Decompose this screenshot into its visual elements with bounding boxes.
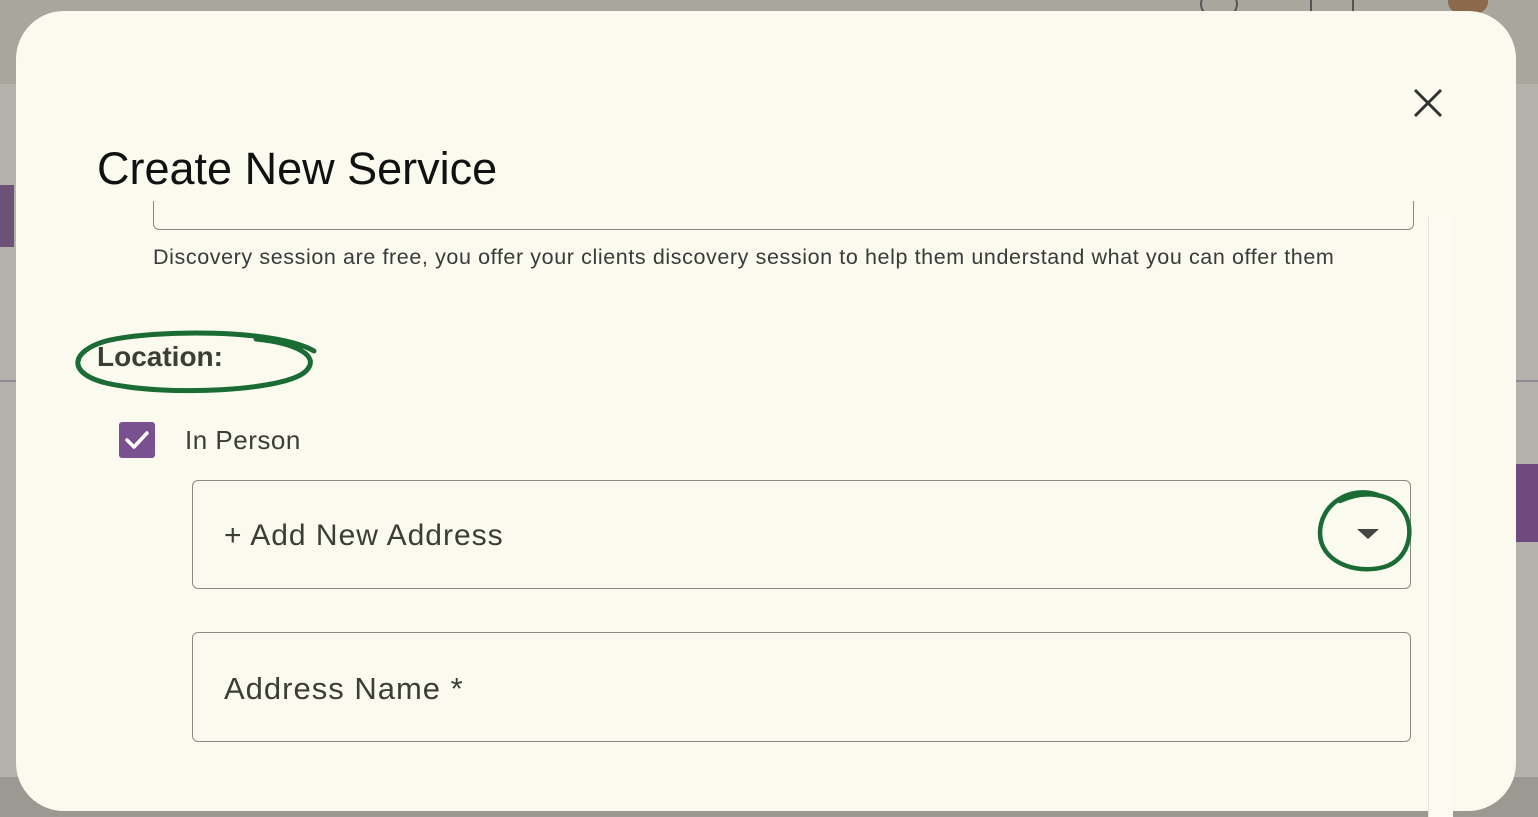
address-name-placeholder: Address Name * <box>224 671 464 706</box>
in-person-checkbox[interactable] <box>119 422 155 458</box>
create-service-modal: Create New Service Discovery session are… <box>16 11 1516 817</box>
modal-title: Create New Service <box>97 143 498 194</box>
location-label: Location: <box>97 341 223 372</box>
address-name-field[interactable]: Address Name * <box>192 632 1411 742</box>
check-icon <box>125 431 149 449</box>
close-button[interactable] <box>1404 79 1452 127</box>
address-select-value: + Add New Address <box>224 519 504 552</box>
background-accent <box>0 185 14 247</box>
close-icon <box>1413 88 1443 118</box>
scrollbar-track[interactable] <box>1428 217 1453 817</box>
discovery-hint: Discovery session are free, you offer yo… <box>153 245 1335 269</box>
address-select[interactable]: + Add New Address <box>192 480 1411 589</box>
annotation-circle <box>1317 490 1412 572</box>
background-button <box>1516 464 1538 542</box>
discovery-field[interactable] <box>153 201 1414 230</box>
in-person-label: In Person <box>185 425 301 455</box>
